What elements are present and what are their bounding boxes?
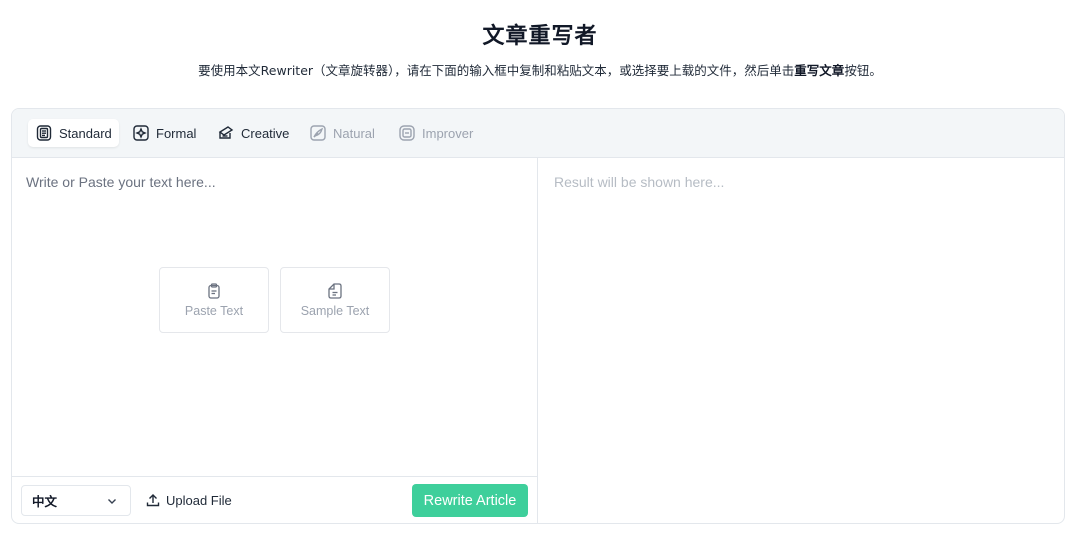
page-subtitle: 要使用本文Rewriter（文章旋转器），请在下面的输入框中复制和粘贴文本，或选… — [0, 60, 1080, 79]
feather-icon — [310, 125, 326, 141]
rewriter-card: Standard Formal Creative Natural Improve… — [11, 108, 1065, 524]
subtitle-emphasis: 重写文章 — [794, 63, 845, 78]
sparkle-box-icon — [133, 125, 149, 141]
paste-text-label: Paste Text — [184, 304, 244, 318]
sample-text-label: Sample Text — [300, 304, 370, 318]
stack-icon — [218, 126, 234, 139]
subtitle-suffix: 按钮。 — [844, 63, 882, 78]
mode-label: Natural — [333, 125, 375, 141]
mode-toolbar: Standard Formal Creative Natural Improve… — [12, 109, 1064, 158]
rewrite-article-button[interactable]: Rewrite Article — [412, 484, 528, 517]
upload-icon — [146, 494, 160, 507]
clipboard-icon — [208, 283, 220, 299]
mode-tab-improver[interactable]: Improver — [391, 119, 480, 147]
file-icon — [328, 283, 342, 299]
article-input[interactable] — [12, 158, 537, 476]
result-placeholder: Result will be shown here... — [554, 174, 725, 190]
input-pane: Paste Text Sample Text 中文 Upload File Re… — [12, 158, 538, 523]
mode-label: Creative — [241, 125, 290, 141]
subtitle-text: 要使用本文Rewriter（文章旋转器），请在下面的输入框中复制和粘贴文本，或选… — [198, 63, 795, 78]
mode-label: Improver — [422, 125, 474, 141]
mode-tab-natural[interactable]: Natural — [302, 119, 382, 147]
document-list-icon — [36, 125, 52, 141]
mode-label: Standard — [59, 125, 112, 141]
note-icon — [399, 125, 415, 141]
mode-label: Formal — [156, 125, 197, 141]
paste-text-button[interactable]: Paste Text — [159, 267, 269, 333]
language-value: 中文 — [32, 494, 58, 509]
language-select[interactable]: 中文 — [21, 485, 131, 516]
mode-tab-creative[interactable]: Creative — [210, 119, 296, 147]
upload-file-button[interactable]: Upload File — [146, 489, 232, 511]
upload-file-label: Upload File — [166, 492, 232, 508]
result-pane: Result will be shown here... — [539, 158, 1064, 523]
mode-tab-formal[interactable]: Formal — [125, 119, 203, 147]
mode-tab-standard[interactable]: Standard — [28, 119, 119, 147]
input-footer: 中文 Upload File Rewrite Article — [12, 476, 537, 523]
page-title: 文章重写者 — [482, 24, 598, 49]
sample-text-button[interactable]: Sample Text — [280, 267, 390, 333]
chevron-down-icon — [108, 498, 116, 504]
